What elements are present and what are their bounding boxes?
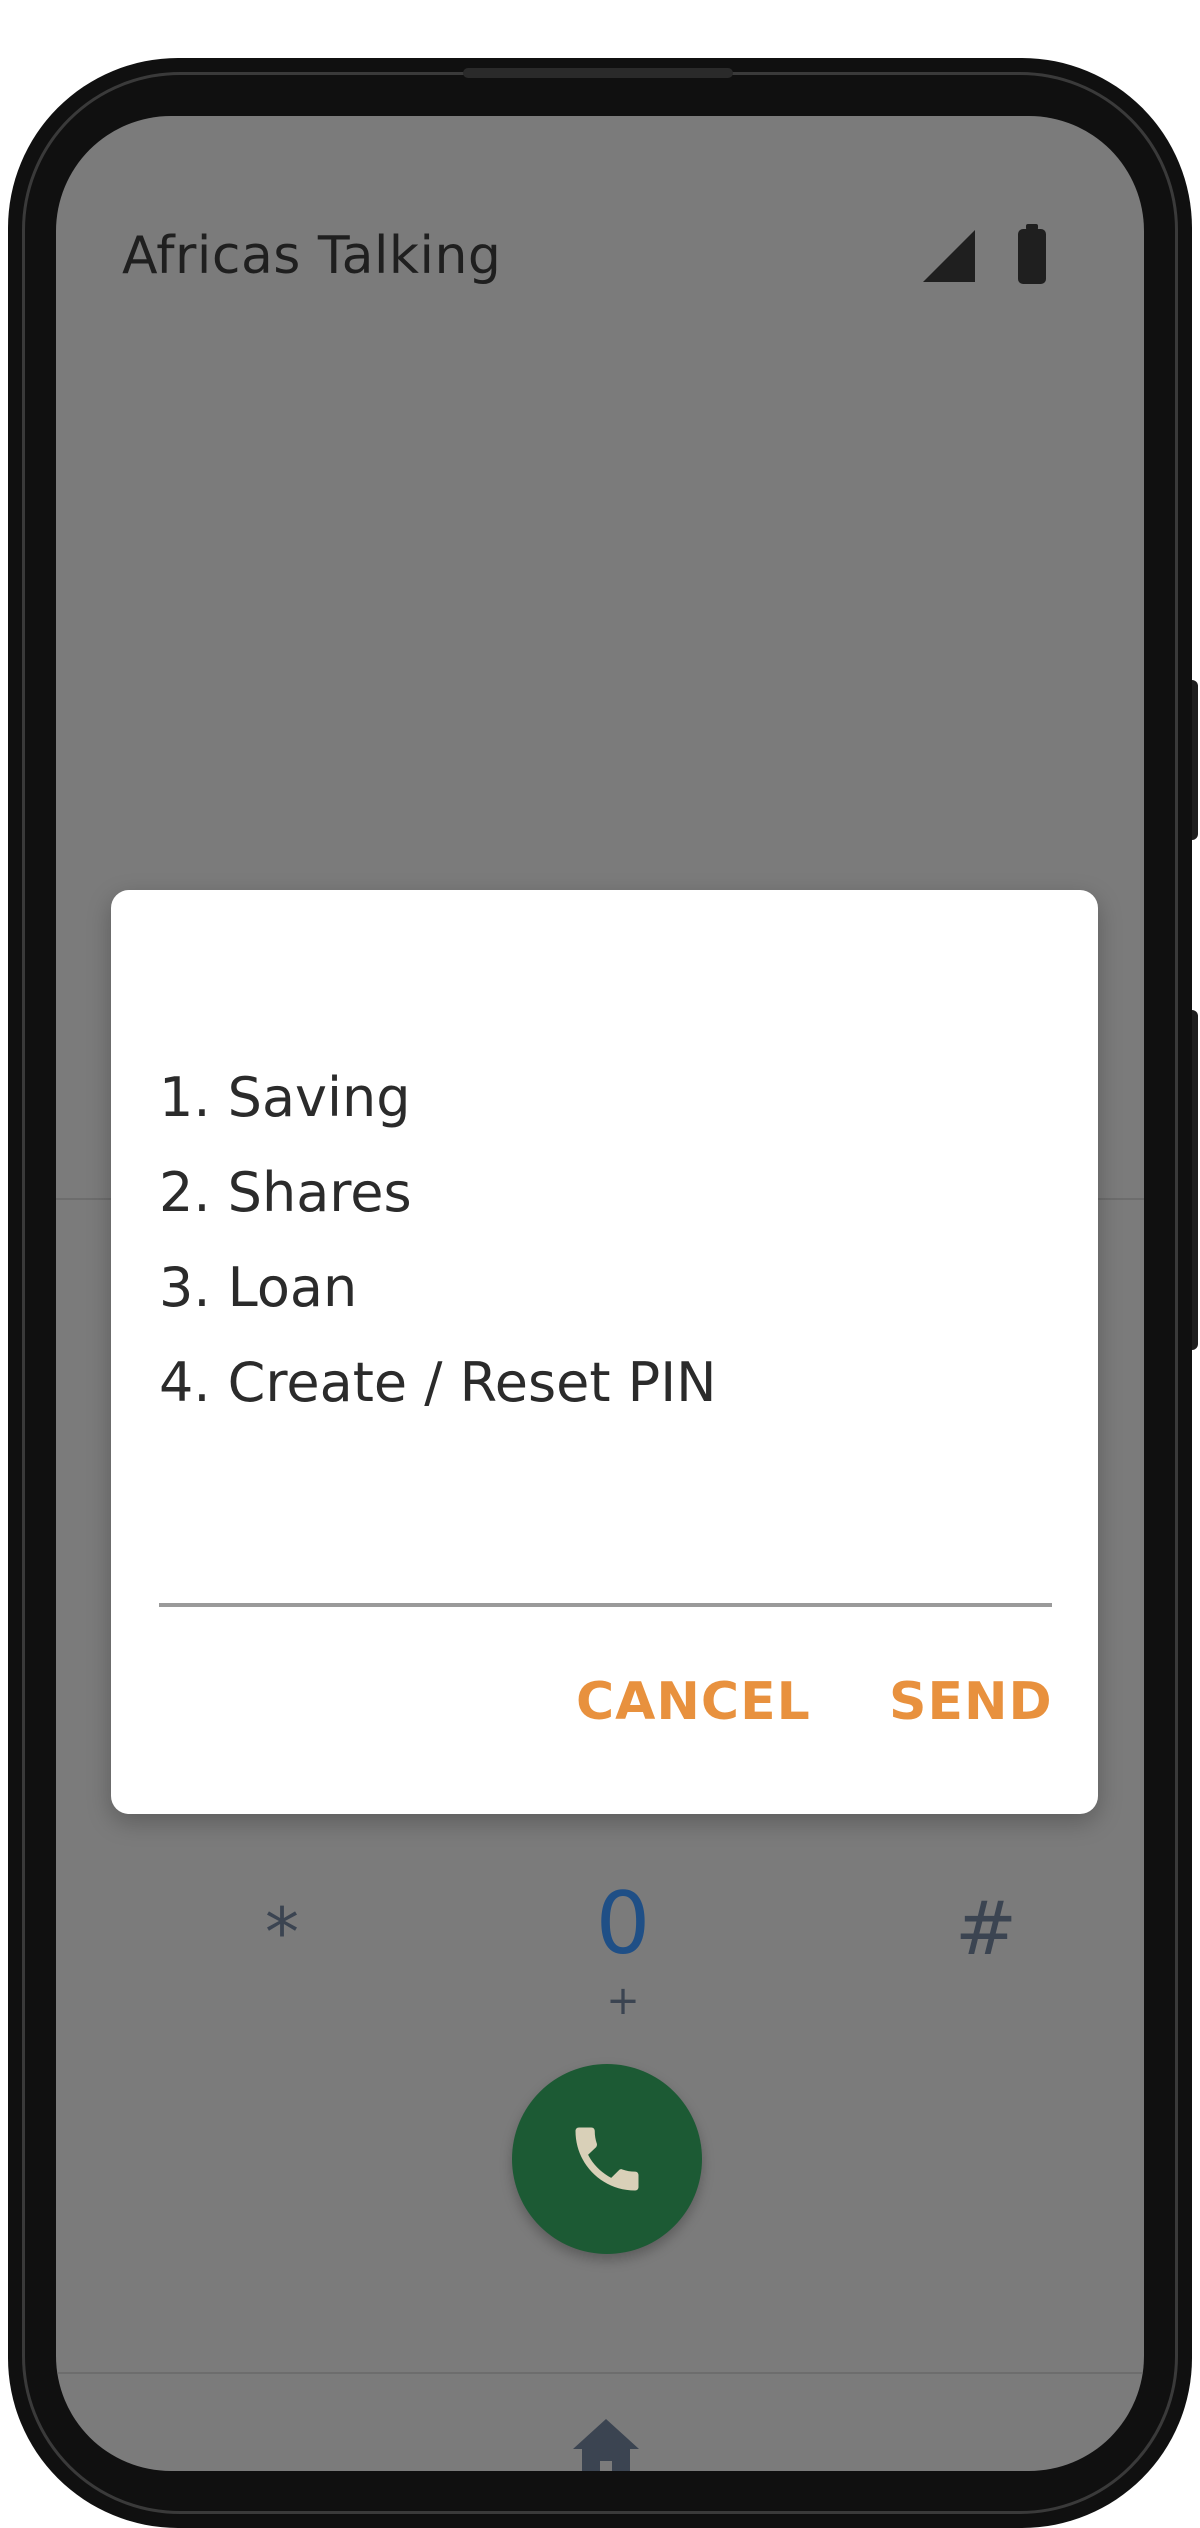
ussd-menu-item: 2. Shares [159, 1161, 412, 1224]
phone-icon [575, 2127, 639, 2191]
dialpad-key-hash[interactable]: # [906, 1886, 1066, 1972]
send-button[interactable]: SEND [889, 1672, 1053, 1732]
cellular-signal-icon [923, 230, 975, 282]
home-icon[interactable] [570, 2416, 642, 2471]
phone-frame: Africas Talking * 0 + # 1. Saving 2. Sha… [8, 58, 1192, 2528]
ussd-menu: 1. Saving 2. Shares 3. Loan 4. Create / … [159, 1050, 717, 1430]
ussd-menu-item: 1. Saving [159, 1066, 411, 1129]
battery-icon [1018, 224, 1046, 284]
phone-screen: Africas Talking * 0 + # 1. Saving 2. Sha… [56, 116, 1144, 2471]
ussd-dialog: 1. Saving 2. Shares 3. Loan 4. Create / … [111, 890, 1098, 1814]
ussd-menu-item: 4. Create / Reset PIN [159, 1351, 717, 1414]
dialpad-key-zero-subtext: + [606, 1978, 640, 2024]
cancel-button[interactable]: CANCEL [576, 1672, 811, 1732]
call-button[interactable] [512, 2064, 702, 2254]
ussd-menu-item: 3. Loan [159, 1256, 358, 1319]
nav-divider [56, 2372, 1144, 2374]
speaker-grille [463, 68, 733, 78]
app-title: Africas Talking [122, 226, 502, 286]
dialpad-key-star[interactable]: * [202, 1894, 362, 1973]
dialpad-key-zero[interactable]: 0 [543, 1874, 703, 1974]
ussd-response-input[interactable] [159, 1473, 1052, 1607]
